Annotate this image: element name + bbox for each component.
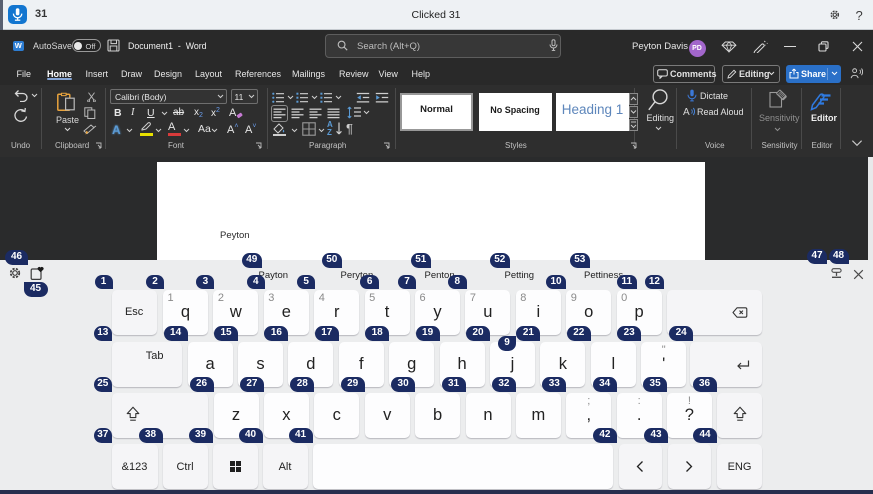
svg-text:A: A [683, 107, 690, 117]
